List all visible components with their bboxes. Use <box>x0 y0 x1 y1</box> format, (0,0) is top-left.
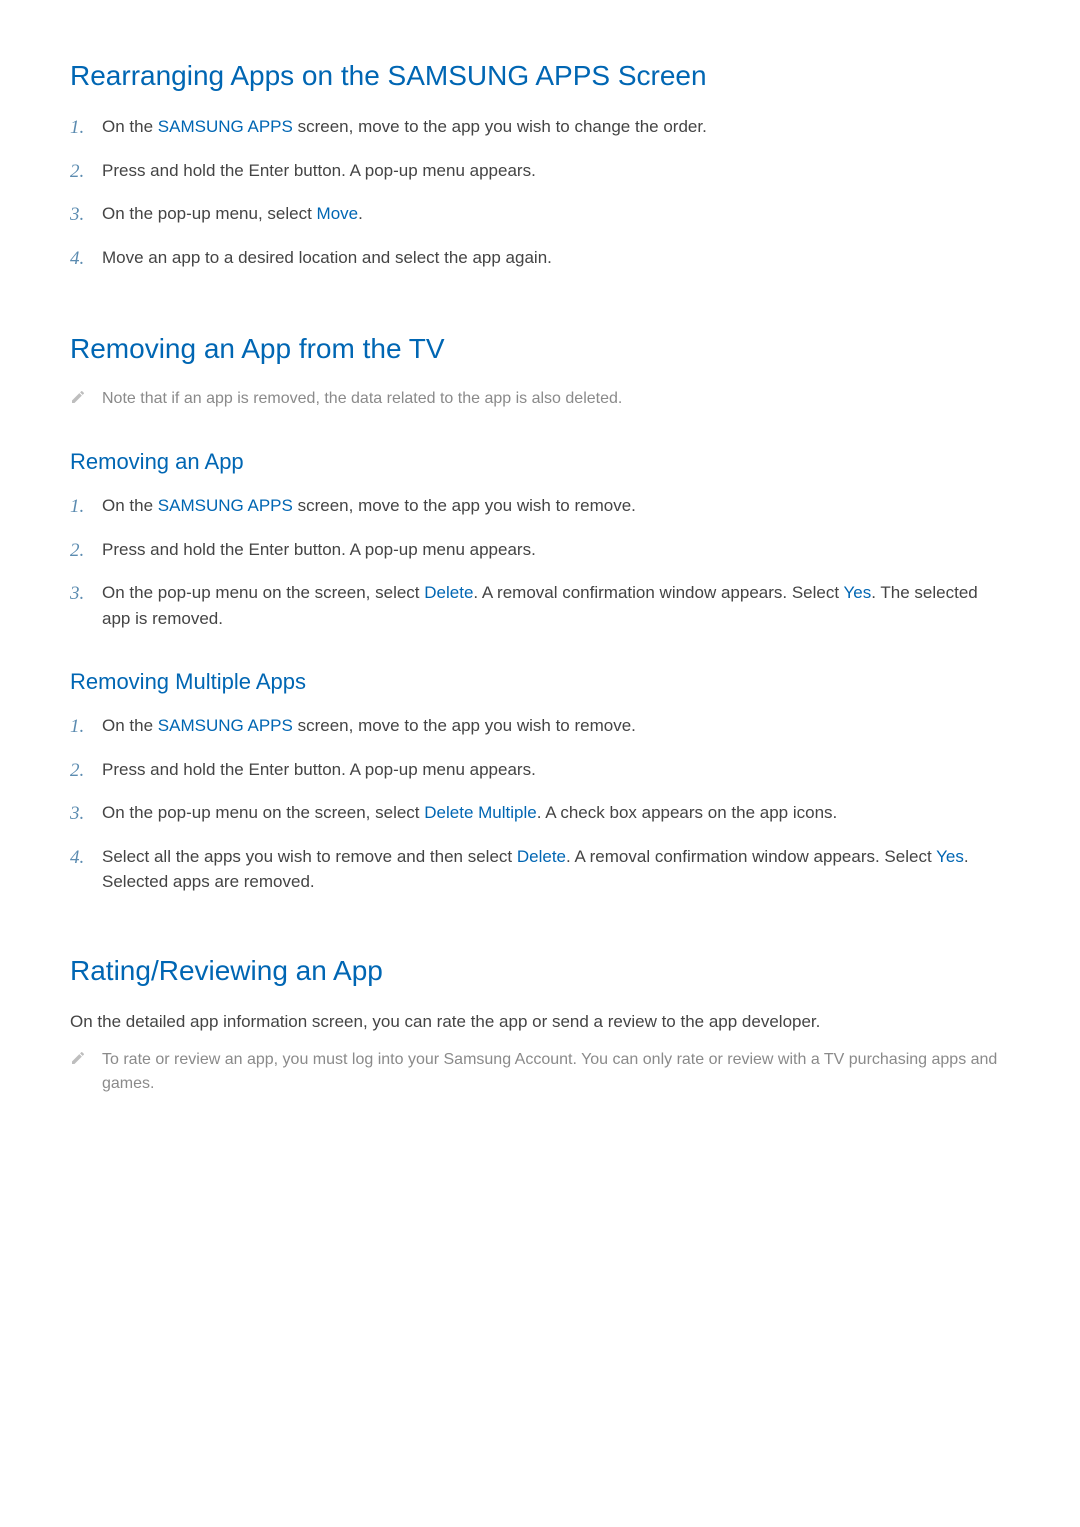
step-text: Press and hold the Enter button. A pop-u… <box>102 158 1010 184</box>
step-text: On the pop-up menu on the screen, select… <box>102 580 1010 631</box>
step-text: On the SAMSUNG APPS screen, move to the … <box>102 713 1010 739</box>
text-part: screen, move to the app you wish to chan… <box>293 117 707 136</box>
steps-removing-app: 1. On the SAMSUNG APPS screen, move to t… <box>70 493 1010 631</box>
step-text: On the pop-up menu, select Move. <box>102 201 1010 227</box>
step-item: 4. Select all the apps you wish to remov… <box>70 844 1010 895</box>
step-item: 2. Press and hold the Enter button. A po… <box>70 537 1010 566</box>
highlight-term: Delete <box>424 583 473 602</box>
step-item: 3. On the pop-up menu on the screen, sel… <box>70 580 1010 631</box>
step-text: On the SAMSUNG APPS screen, move to the … <box>102 114 1010 140</box>
step-item: 3. On the pop-up menu on the screen, sel… <box>70 800 1010 829</box>
step-text: Press and hold the Enter button. A pop-u… <box>102 537 1010 563</box>
highlight-term: Delete Multiple <box>424 803 536 822</box>
subsection-heading-removing-multiple: Removing Multiple Apps <box>70 669 1010 695</box>
text-part: On the <box>102 716 158 735</box>
highlight-term: SAMSUNG APPS <box>158 117 293 136</box>
note-icon <box>70 1050 102 1066</box>
note-row: To rate or review an app, you must log i… <box>70 1048 1010 1096</box>
highlight-term: Yes <box>844 583 872 602</box>
note-icon <box>70 389 102 405</box>
step-item: 3. On the pop-up menu, select Move. <box>70 201 1010 230</box>
highlight-term: Delete <box>517 847 566 866</box>
text-part: On the pop-up menu on the screen, select <box>102 803 424 822</box>
highlight-term: Move <box>317 204 359 223</box>
step-number: 1. <box>70 493 102 522</box>
step-number: 2. <box>70 537 102 566</box>
highlight-term: SAMSUNG APPS <box>158 496 293 515</box>
text-part: . <box>358 204 363 223</box>
step-number: 3. <box>70 580 102 609</box>
step-item: 1. On the SAMSUNG APPS screen, move to t… <box>70 114 1010 143</box>
step-number: 4. <box>70 245 102 274</box>
step-number: 4. <box>70 844 102 873</box>
step-text: Move an app to a desired location and se… <box>102 245 1010 271</box>
highlight-term: Yes <box>936 847 964 866</box>
step-text: On the SAMSUNG APPS screen, move to the … <box>102 493 1010 519</box>
step-number: 2. <box>70 158 102 187</box>
step-number: 3. <box>70 201 102 230</box>
step-number: 3. <box>70 800 102 829</box>
note-text: Note that if an app is removed, the data… <box>102 387 622 411</box>
text-part: screen, move to the app you wish to remo… <box>293 496 636 515</box>
text-part: On the <box>102 496 158 515</box>
text-part: . A check box appears on the app icons. <box>537 803 838 822</box>
section-heading-removing: Removing an App from the TV <box>70 333 1010 365</box>
subsection-heading-removing-app: Removing an App <box>70 449 1010 475</box>
step-item: 2. Press and hold the Enter button. A po… <box>70 757 1010 786</box>
note-row: Note that if an app is removed, the data… <box>70 387 1010 411</box>
highlight-term: SAMSUNG APPS <box>158 716 293 735</box>
step-number: 1. <box>70 114 102 143</box>
text-part: Select all the apps you wish to remove a… <box>102 847 517 866</box>
text-part: . A removal confirmation window appears.… <box>473 583 843 602</box>
step-item: 1. On the SAMSUNG APPS screen, move to t… <box>70 713 1010 742</box>
section-heading-rearranging: Rearranging Apps on the SAMSUNG APPS Scr… <box>70 60 1010 92</box>
step-item: 4. Move an app to a desired location and… <box>70 245 1010 274</box>
step-item: 2. Press and hold the Enter button. A po… <box>70 158 1010 187</box>
step-text: Select all the apps you wish to remove a… <box>102 844 1010 895</box>
step-number: 2. <box>70 757 102 786</box>
steps-removing-multiple: 1. On the SAMSUNG APPS screen, move to t… <box>70 713 1010 895</box>
step-number: 1. <box>70 713 102 742</box>
section-heading-rating: Rating/Reviewing an App <box>70 955 1010 987</box>
text-part: On the <box>102 117 158 136</box>
step-text: On the pop-up menu on the screen, select… <box>102 800 1010 826</box>
paragraph: On the detailed app information screen, … <box>70 1009 1010 1035</box>
text-part: . A removal confirmation window appears.… <box>566 847 936 866</box>
text-part: On the pop-up menu, select <box>102 204 317 223</box>
step-text: Press and hold the Enter button. A pop-u… <box>102 757 1010 783</box>
steps-rearranging: 1. On the SAMSUNG APPS screen, move to t… <box>70 114 1010 273</box>
text-part: screen, move to the app you wish to remo… <box>293 716 636 735</box>
step-item: 1. On the SAMSUNG APPS screen, move to t… <box>70 493 1010 522</box>
note-text: To rate or review an app, you must log i… <box>102 1048 1010 1096</box>
text-part: On the pop-up menu on the screen, select <box>102 583 424 602</box>
